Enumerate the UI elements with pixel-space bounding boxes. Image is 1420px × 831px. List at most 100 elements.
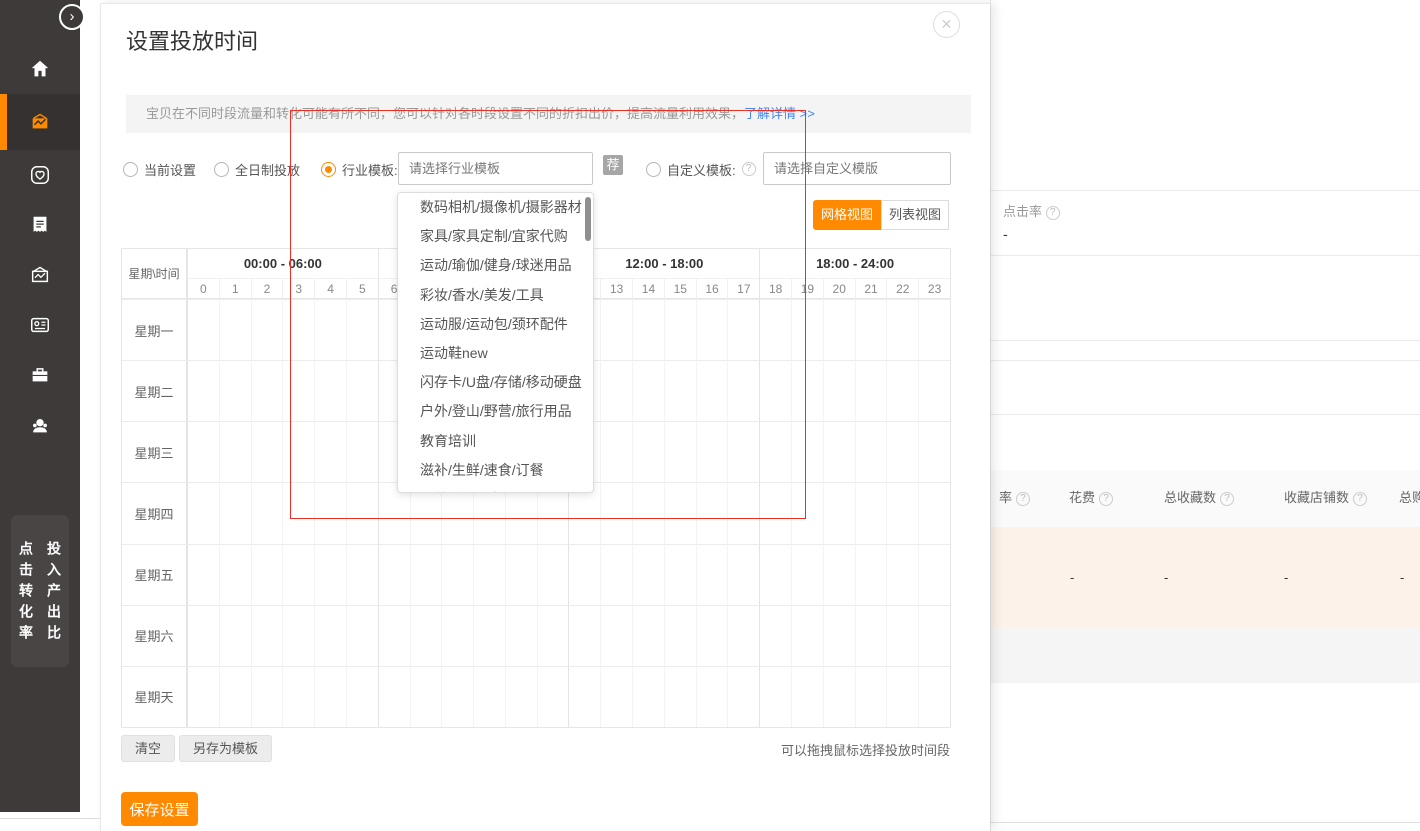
schedule-cell[interactable]	[918, 482, 950, 543]
schedule-cell[interactable]	[886, 482, 918, 543]
close-icon[interactable]: ✕	[933, 11, 960, 38]
schedule-cell[interactable]	[346, 299, 378, 360]
schedule-cell[interactable]	[727, 666, 759, 727]
schedule-cell[interactable]	[568, 544, 600, 605]
schedule-cell[interactable]	[791, 544, 823, 605]
schedule-cell[interactable]	[727, 482, 759, 543]
dropdown-item[interactable]: 教育培训	[398, 427, 593, 456]
schedule-cell[interactable]	[282, 605, 314, 666]
schedule-cell[interactable]	[282, 482, 314, 543]
schedule-cell[interactable]	[600, 299, 632, 360]
schedule-cell[interactable]	[696, 299, 728, 360]
radio-custom-template[interactable]: 自定义模板:	[646, 152, 756, 186]
schedule-cell[interactable]	[314, 544, 346, 605]
schedule-cell[interactable]	[823, 544, 855, 605]
schedule-cell[interactable]	[314, 360, 346, 421]
schedule-cell[interactable]	[600, 482, 632, 543]
schedule-cell[interactable]	[632, 482, 664, 543]
schedule-cell[interactable]	[537, 666, 569, 727]
schedule-cell[interactable]	[632, 666, 664, 727]
schedule-cell[interactable]	[886, 360, 918, 421]
schedule-cell[interactable]	[823, 605, 855, 666]
schedule-cell[interactable]	[664, 544, 696, 605]
schedule-cell[interactable]	[251, 360, 283, 421]
dropdown-item[interactable]: 运动鞋new	[398, 339, 593, 368]
schedule-cell[interactable]	[378, 544, 410, 605]
schedule-cell[interactable]	[727, 360, 759, 421]
dropdown-item[interactable]: 运动/瑜伽/健身/球迷用品	[398, 251, 593, 280]
schedule-cell[interactable]	[600, 360, 632, 421]
schedule-cell[interactable]	[696, 605, 728, 666]
sidebar-item-campaign[interactable]	[0, 94, 80, 150]
schedule-cell[interactable]	[791, 482, 823, 543]
schedule-cell[interactable]	[282, 360, 314, 421]
dropdown-item[interactable]: 闪存卡/U盘/存储/移动硬盘	[398, 368, 593, 397]
sidebar-item-home[interactable]	[0, 44, 80, 94]
help-icon[interactable]	[742, 162, 756, 176]
schedule-cell[interactable]	[823, 299, 855, 360]
schedule-cell[interactable]	[855, 360, 887, 421]
schedule-cell[interactable]	[664, 605, 696, 666]
schedule-cell[interactable]	[600, 544, 632, 605]
schedule-cell[interactable]	[791, 605, 823, 666]
schedule-cell[interactable]	[251, 482, 283, 543]
schedule-cell[interactable]	[823, 421, 855, 482]
schedule-cell[interactable]	[282, 544, 314, 605]
schedule-cell[interactable]	[282, 421, 314, 482]
help-icon[interactable]	[1046, 206, 1060, 220]
schedule-cell[interactable]	[219, 421, 251, 482]
schedule-cell[interactable]	[918, 544, 950, 605]
schedule-cell[interactable]	[314, 299, 346, 360]
schedule-cell[interactable]	[441, 666, 473, 727]
schedule-cell[interactable]	[473, 544, 505, 605]
scrollbar-thumb[interactable]	[585, 197, 591, 241]
sidebar-item-briefcase[interactable]	[0, 350, 80, 400]
schedule-cell[interactable]	[314, 666, 346, 727]
schedule-cell[interactable]	[187, 299, 219, 360]
schedule-cell[interactable]	[886, 544, 918, 605]
schedule-cell[interactable]	[855, 666, 887, 727]
schedule-cell[interactable]	[886, 605, 918, 666]
schedule-cell[interactable]	[664, 299, 696, 360]
schedule-cell[interactable]	[187, 421, 219, 482]
schedule-cell[interactable]	[791, 421, 823, 482]
schedule-cell[interactable]	[346, 666, 378, 727]
schedule-cell[interactable]	[410, 605, 442, 666]
schedule-cell[interactable]	[855, 482, 887, 543]
schedule-cell[interactable]	[791, 299, 823, 360]
schedule-cell[interactable]	[187, 360, 219, 421]
schedule-cell[interactable]	[282, 666, 314, 727]
schedule-cell[interactable]	[505, 666, 537, 727]
schedule-cell[interactable]	[219, 299, 251, 360]
radio-circle-icon[interactable]	[123, 162, 138, 177]
schedule-cell[interactable]	[664, 360, 696, 421]
schedule-cell[interactable]	[664, 482, 696, 543]
schedule-cell[interactable]	[600, 666, 632, 727]
schedule-cell[interactable]	[759, 299, 791, 360]
schedule-cell[interactable]	[696, 482, 728, 543]
schedule-cell[interactable]	[441, 544, 473, 605]
schedule-cell[interactable]	[346, 421, 378, 482]
schedule-cell[interactable]	[251, 299, 283, 360]
schedule-cell[interactable]	[664, 666, 696, 727]
radio-fulltime[interactable]: 全日制投放	[214, 152, 300, 186]
save-settings-button[interactable]: 保存设置	[121, 792, 198, 826]
schedule-cell[interactable]	[823, 482, 855, 543]
schedule-cell[interactable]	[441, 605, 473, 666]
dropdown-item[interactable]: 户外/登山/野营/旅行用品	[398, 397, 593, 426]
schedule-cell[interactable]	[314, 482, 346, 543]
sidebar-item-user[interactable]	[0, 400, 80, 450]
schedule-cell[interactable]	[823, 360, 855, 421]
schedule-cell[interactable]	[251, 421, 283, 482]
schedule-cell[interactable]	[727, 605, 759, 666]
schedule-cell[interactable]	[696, 360, 728, 421]
schedule-cell[interactable]	[219, 666, 251, 727]
dropdown-item[interactable]: 彩妆/香水/美发/工具	[398, 281, 593, 310]
schedule-cell[interactable]	[696, 666, 728, 727]
schedule-cell[interactable]	[759, 421, 791, 482]
schedule-cell[interactable]	[251, 666, 283, 727]
schedule-cell[interactable]	[505, 544, 537, 605]
schedule-cell[interactable]	[632, 544, 664, 605]
radio-circle-icon[interactable]	[214, 162, 229, 177]
schedule-cell[interactable]	[600, 421, 632, 482]
